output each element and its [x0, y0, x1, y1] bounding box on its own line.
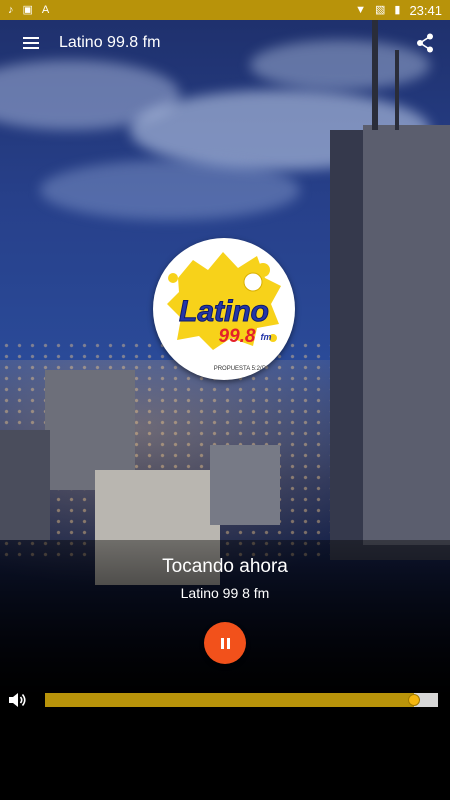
hamburger-menu-icon[interactable]	[23, 37, 39, 49]
background-cityscape	[0, 0, 450, 800]
volume-control	[0, 688, 450, 712]
logo-brand-text: Latino	[179, 295, 269, 328]
status-bar: ♪ ▣ A ▼ ▧ ▮ 23:41	[0, 0, 450, 20]
volume-fill	[45, 693, 415, 707]
logo-tagline: PROPUESTA 5:2(D)	[214, 366, 269, 372]
share-icon[interactable]	[416, 33, 434, 53]
station-name: Latino 99 8 fm	[180, 585, 270, 601]
station-logo: Latino 99.8 fm PROPUESTA 5:2(D)	[153, 238, 295, 380]
pause-button[interactable]	[204, 622, 246, 664]
image-icon: ▣	[22, 3, 33, 16]
status-time: 23:41	[409, 2, 442, 18]
battery-icon: ▮	[394, 3, 401, 16]
logo-fm-text: fm	[261, 332, 272, 342]
app-title: Latino 99.8 fm	[59, 34, 161, 51]
logo-frequency-text: 99.8	[219, 326, 256, 347]
pause-icon-bar-left	[220, 637, 224, 649]
no-sim-icon: ▧	[374, 3, 386, 16]
app-bar: Latino 99.8 fm	[0, 20, 450, 66]
volume-slider[interactable]	[45, 693, 438, 707]
font-icon: A	[41, 3, 50, 16]
wifi-icon: ▼	[355, 3, 366, 16]
now-playing-label: Tocando ahora	[162, 556, 288, 577]
volume-thumb[interactable]	[408, 694, 421, 706]
volume-icon[interactable]	[8, 692, 26, 708]
music-note-icon: ♪	[8, 3, 14, 16]
pause-icon-bar-right	[226, 637, 230, 649]
